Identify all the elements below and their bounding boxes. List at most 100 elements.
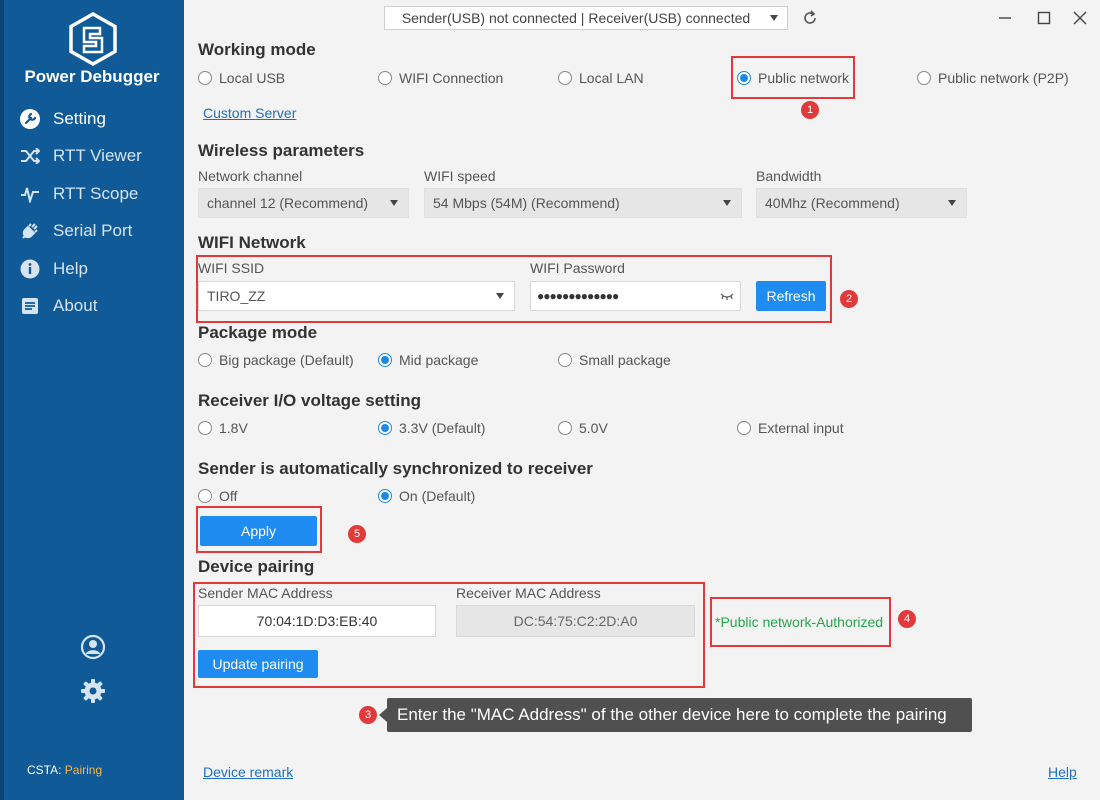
maximize-icon	[1037, 11, 1051, 25]
sidebar-item-setting[interactable]: Setting	[0, 100, 184, 138]
sidebar-item-about[interactable]: About	[0, 288, 184, 326]
connection-status-text: Sender(USB) not connected | Receiver(USB…	[401, 10, 751, 26]
radio-label: Public network (P2P)	[938, 70, 1069, 86]
radio-voltage-3-3[interactable]: 3.3V (Default)	[378, 420, 485, 436]
csta-value: Pairing	[64, 763, 103, 777]
password-value: ●●●●●●●●●●●●●	[537, 289, 619, 303]
gear-icon[interactable]	[80, 678, 106, 704]
custom-server-link[interactable]: Custom Server	[203, 105, 296, 121]
sidebar-item-rtt-viewer[interactable]: RTT Viewer	[0, 138, 184, 176]
network-channel-label: Network channel	[198, 168, 303, 184]
waveform-icon	[18, 182, 42, 206]
receiver-mac-input: DC:54:75:C2:2D:A0	[456, 605, 695, 637]
authorization-status: *Public network-Authorized	[715, 614, 884, 630]
working-mode-title: Working mode	[198, 40, 316, 59]
radio-dot	[198, 71, 212, 85]
sender-mac-label: Sender MAC Address	[198, 585, 333, 601]
sidebar: Power Debugger Setting RTT Viewer RTT Sc…	[0, 0, 184, 800]
network-channel-select[interactable]: channel 12 (Recommend)	[198, 188, 409, 218]
minimize-button[interactable]	[992, 6, 1018, 30]
maximize-button[interactable]	[1031, 6, 1057, 30]
radio-sync-on[interactable]: On (Default)	[378, 488, 475, 504]
sidebar-item-label: Serial Port	[53, 221, 133, 241]
app-name: Power Debugger	[24, 67, 160, 86]
reload-icon	[804, 10, 816, 24]
bandwidth-select[interactable]: 40Mhz (Recommend)	[756, 188, 967, 218]
close-button[interactable]	[1067, 6, 1093, 30]
connection-status-select[interactable]: Sender(USB) not connected | Receiver(USB…	[384, 6, 788, 30]
radio-label: Big package (Default)	[219, 352, 354, 368]
radio-dot	[917, 71, 931, 85]
sidebar-item-help[interactable]: Help	[0, 250, 184, 288]
input-value: DC:54:75:C2:2D:A0	[513, 613, 638, 629]
close-icon	[1073, 11, 1087, 25]
radio-dot	[737, 421, 751, 435]
pairing-tooltip: Enter the "MAC Address" of the other dev…	[379, 698, 972, 732]
eye-closed-icon[interactable]	[720, 292, 734, 300]
csta-status: CSTA: Pairing	[27, 763, 102, 777]
radio-big-package[interactable]: Big package (Default)	[198, 352, 354, 368]
radio-local-usb[interactable]: Local USB	[198, 70, 285, 86]
radio-sync-off[interactable]: Off	[198, 488, 237, 504]
badge-4: 4	[898, 610, 916, 628]
select-value: channel 12 (Recommend)	[207, 195, 369, 211]
shuffle-icon	[18, 144, 42, 168]
help-link[interactable]: Help	[1048, 764, 1077, 780]
radio-label: Local USB	[219, 70, 286, 86]
select-value: 54 Mbps (54M) (Recommend)	[433, 195, 620, 211]
device-remark-link[interactable]: Device remark	[203, 764, 293, 780]
wireless-parameters-title: Wireless parameters	[198, 141, 365, 160]
user-icon[interactable]	[80, 634, 106, 660]
radio-label: 1.8V	[219, 420, 248, 436]
radio-dot	[198, 489, 212, 503]
radio-voltage-external[interactable]: External input	[737, 420, 844, 436]
reload-button[interactable]	[797, 6, 823, 30]
radio-label: 3.3V (Default)	[399, 420, 486, 436]
apply-button[interactable]: Apply	[200, 516, 317, 546]
sidebar-item-label: About	[53, 296, 98, 316]
info-icon	[18, 257, 42, 281]
radio-small-package[interactable]: Small package	[558, 352, 671, 368]
radio-dot	[558, 421, 572, 435]
sidebar-item-rtt-scope[interactable]: RTT Scope	[0, 175, 184, 213]
radio-mid-package[interactable]: Mid package	[378, 352, 478, 368]
device-pairing-title: Device pairing	[198, 557, 315, 576]
app-logo-icon	[69, 12, 117, 66]
receiver-mac-label: Receiver MAC Address	[456, 585, 601, 601]
document-icon	[18, 294, 42, 318]
radio-wifi-connection[interactable]: WIFI Connection	[378, 70, 503, 86]
chevron-down-icon	[496, 293, 504, 299]
sync-title: Sender is automatically synchronized to …	[198, 459, 593, 478]
badge-1: 1	[801, 101, 819, 119]
radio-dot	[558, 353, 572, 367]
sidebar-item-serial-port[interactable]: Serial Port	[0, 213, 184, 251]
badge-5: 5	[348, 525, 366, 543]
radio-label: Small package	[579, 352, 671, 368]
wifi-speed-select[interactable]: 54 Mbps (54M) (Recommend)	[424, 188, 742, 218]
bandwidth-label: Bandwidth	[756, 168, 822, 184]
radio-voltage-1-8[interactable]: 1.8V	[198, 420, 248, 436]
radio-dot	[198, 353, 212, 367]
radio-voltage-5-0[interactable]: 5.0V	[558, 420, 608, 436]
chevron-down-icon	[723, 200, 731, 206]
wifi-ssid-select[interactable]: TIRO_ZZ	[198, 281, 515, 311]
wifi-password-input[interactable]: ●●●●●●●●●●●●●	[530, 281, 741, 311]
sender-mac-input[interactable]: 70:04:1D:D3:EB:40	[198, 605, 436, 637]
sidebar-item-label: Help	[53, 258, 88, 278]
sidebar-item-label: RTT Viewer	[53, 146, 142, 166]
wifi-ssid-label: WIFI SSID	[198, 260, 265, 276]
badge-3: 3	[359, 706, 377, 724]
sidebar-nav: Setting RTT Viewer RTT Scope Serial Port…	[0, 100, 184, 325]
radio-dot	[378, 421, 392, 435]
update-pairing-button[interactable]: Update pairing	[198, 650, 318, 678]
radio-label: Off	[219, 488, 238, 504]
radio-dot	[558, 71, 572, 85]
plug-icon	[18, 219, 42, 243]
radio-dot	[378, 489, 392, 503]
select-value: TIRO_ZZ	[207, 288, 266, 304]
select-value: 40Mhz (Recommend)	[765, 195, 900, 211]
radio-local-lan[interactable]: Local LAN	[558, 70, 644, 86]
radio-public-network-p2p[interactable]: Public network (P2P)	[917, 70, 1069, 86]
minimize-icon	[999, 17, 1011, 19]
refresh-button[interactable]: Refresh	[756, 281, 826, 311]
